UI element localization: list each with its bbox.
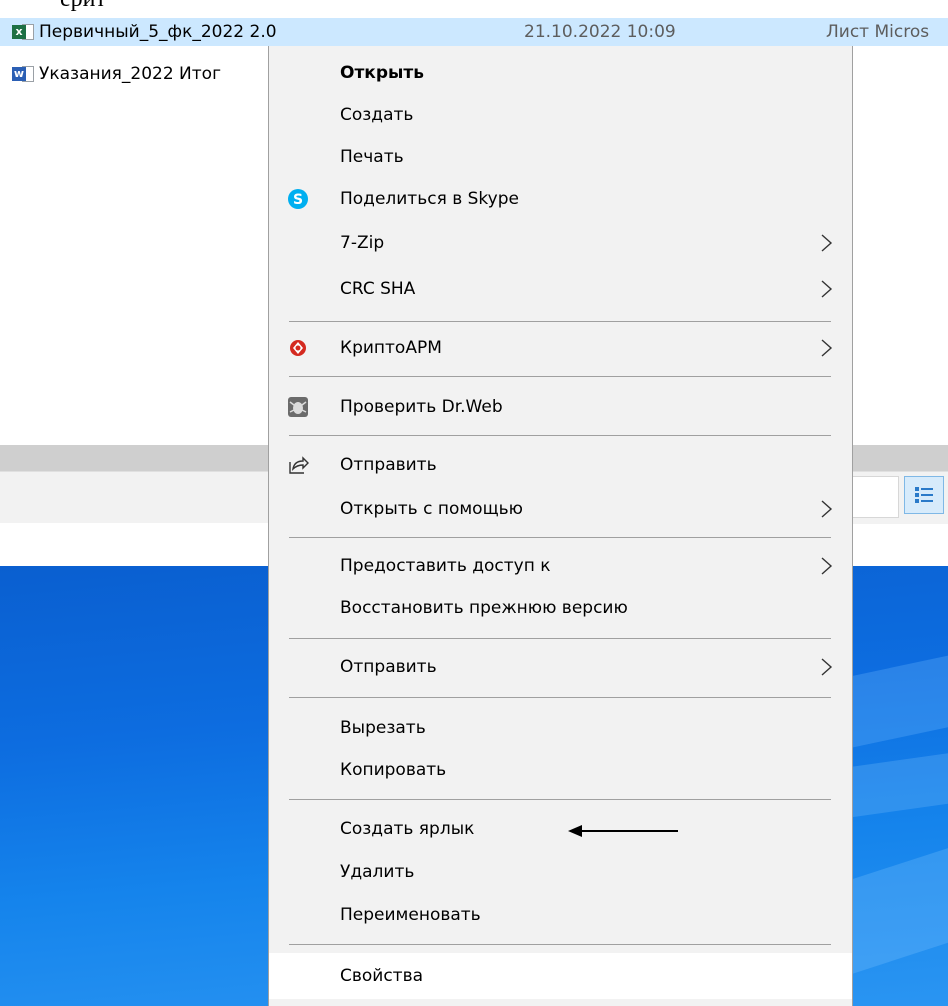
document-text-fragment: ерит bbox=[60, 0, 106, 13]
drweb-spider-icon bbox=[285, 394, 311, 420]
menu-item-label: Переименовать bbox=[340, 905, 481, 925]
menu-item-label: КриптоАРМ bbox=[340, 338, 442, 358]
menu-item-label: Свойства bbox=[340, 966, 424, 986]
menu-separator bbox=[289, 321, 831, 322]
menu-separator bbox=[289, 435, 831, 436]
menu-item-grant-access[interactable]: Предоставить доступ к bbox=[269, 545, 852, 587]
context-menu: Открыть Создать Печать S Поделиться в Sk… bbox=[268, 46, 853, 1006]
menu-item-open[interactable]: Открыть bbox=[269, 52, 852, 94]
menu-item-label: Копировать bbox=[340, 760, 447, 780]
chevron-right-icon bbox=[821, 234, 833, 252]
menu-item-label: Отправить bbox=[340, 657, 437, 677]
menu-item-label: Открыть bbox=[340, 63, 424, 83]
chevron-right-icon bbox=[821, 339, 833, 357]
menu-item-copy[interactable]: Копировать bbox=[269, 749, 852, 791]
menu-item-label: Создать bbox=[340, 105, 414, 125]
chevron-right-icon bbox=[821, 280, 833, 298]
menu-item-open-with[interactable]: Открыть с помощью bbox=[269, 488, 852, 530]
menu-item-send-to[interactable]: Отправить bbox=[269, 646, 852, 688]
menu-item-restore-version[interactable]: Восстановить прежнюю версию bbox=[269, 587, 852, 629]
menu-item-print[interactable]: Печать bbox=[269, 136, 852, 178]
share-icon bbox=[285, 452, 311, 478]
horizontal-scrollbar[interactable] bbox=[0, 445, 270, 471]
menu-item-cut[interactable]: Вырезать bbox=[269, 707, 852, 749]
menu-item-create-shortcut[interactable]: Создать ярлык bbox=[269, 808, 852, 850]
annotation-arrow-icon bbox=[568, 825, 678, 837]
chevron-right-icon bbox=[821, 557, 833, 575]
menu-separator bbox=[289, 799, 831, 800]
menu-item-properties[interactable]: Свойства bbox=[269, 953, 852, 999]
menu-item-label: Создать ярлык bbox=[340, 819, 475, 839]
excel-icon: x bbox=[12, 22, 34, 42]
file-name: Первичный_5_фк_2022 2.0 bbox=[39, 22, 277, 42]
search-field[interactable] bbox=[846, 476, 899, 518]
menu-item-create[interactable]: Создать bbox=[269, 94, 852, 136]
menu-item-label: 7-Zip bbox=[340, 233, 385, 253]
menu-item-delete[interactable]: Удалить bbox=[269, 851, 852, 893]
file-date: 21.10.2022 10:09 bbox=[524, 22, 676, 42]
menu-item-cryptoarm[interactable]: КриптоАРМ bbox=[269, 327, 852, 369]
menu-separator bbox=[289, 697, 831, 698]
chevron-right-icon bbox=[821, 658, 833, 676]
menu-item-label: Удалить bbox=[340, 862, 415, 882]
window-edge bbox=[0, 523, 270, 568]
menu-item-drweb[interactable]: Проверить Dr.Web bbox=[269, 386, 852, 428]
cryptoarm-icon bbox=[285, 335, 311, 361]
menu-item-label: Отправить bbox=[340, 455, 437, 475]
file-name: Указания_2022 Итог bbox=[39, 64, 222, 84]
details-view-icon[interactable] bbox=[904, 476, 944, 514]
menu-separator bbox=[289, 638, 831, 639]
menu-item-label: Вырезать bbox=[340, 718, 426, 738]
skype-icon: S bbox=[285, 186, 311, 212]
menu-item-7zip[interactable]: 7-Zip bbox=[269, 222, 852, 264]
chevron-right-icon bbox=[821, 500, 833, 518]
menu-separator bbox=[289, 376, 831, 377]
menu-item-crc-sha[interactable]: CRC SHA bbox=[269, 268, 852, 310]
menu-item-label: Проверить Dr.Web bbox=[340, 397, 503, 417]
menu-item-label: Предоставить доступ к bbox=[340, 556, 551, 576]
menu-item-label: Поделиться в Skype bbox=[340, 189, 519, 209]
menu-item-label: Открыть с помощью bbox=[340, 499, 523, 519]
file-type: Лист Micros bbox=[826, 22, 930, 42]
menu-item-rename[interactable]: Переименовать bbox=[269, 894, 852, 936]
horizontal-scrollbar-right[interactable] bbox=[848, 445, 948, 471]
menu-item-skype[interactable]: S Поделиться в Skype bbox=[269, 178, 852, 220]
menu-separator bbox=[289, 944, 831, 945]
menu-item-label: Печать bbox=[340, 147, 404, 167]
menu-item-label: CRC SHA bbox=[340, 279, 416, 299]
menu-item-label: Восстановить прежнюю версию bbox=[340, 598, 628, 618]
file-row[interactable]: x Первичный_5_фк_2022 2.0 21.10.2022 10:… bbox=[0, 18, 948, 46]
menu-separator bbox=[289, 537, 831, 538]
word-icon: w bbox=[12, 64, 34, 84]
svg-text:S: S bbox=[293, 192, 303, 208]
menu-item-share[interactable]: Отправить bbox=[269, 444, 852, 486]
